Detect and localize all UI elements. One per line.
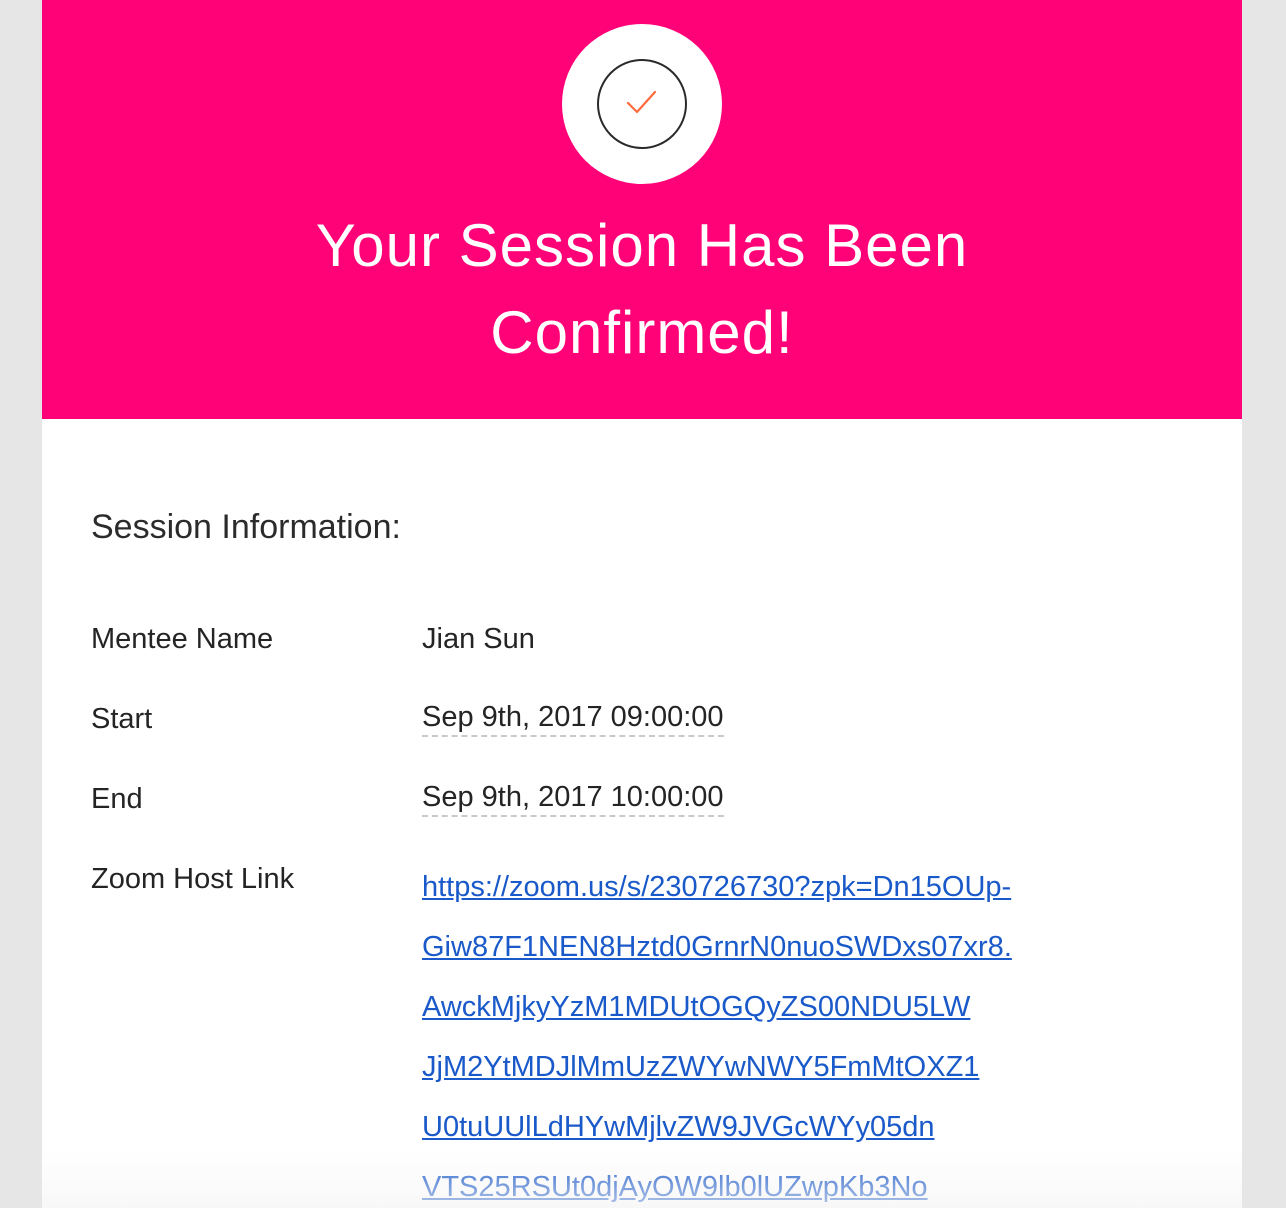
start-row: Start Sep 9th, 2017 09:00:00: [91, 699, 1191, 739]
mentee-name-value: Jian Sun: [422, 623, 535, 655]
zoom-link-line[interactable]: VTS25RSUt0djAyOW9lb0lUZwpKb3No: [422, 1157, 1142, 1208]
zoom-link-line[interactable]: https://zoom.us/s/230726730?zpk=Dn15OUp-: [422, 857, 1142, 917]
confirmation-title-line1: Your Session Has Been: [315, 212, 969, 279]
zoom-host-link-label: Zoom Host Link: [91, 863, 295, 895]
zoom-link-line[interactable]: AwckMjkyYzM1MDUtOGQyZS00NDU5LW: [422, 977, 1142, 1037]
end-value[interactable]: Sep 9th, 2017 10:00:00: [422, 779, 724, 817]
confirmation-card: Your Session Has Been Confirmed! Session…: [42, 0, 1242, 1208]
confirmation-header: Your Session Has Been Confirmed!: [42, 0, 1242, 419]
checkmark-icon: [626, 90, 657, 114]
session-info-heading: Session Information:: [91, 508, 401, 546]
confirmation-title-line2: Confirmed!: [490, 299, 794, 366]
end-row: End Sep 9th, 2017 10:00:00: [91, 779, 1191, 819]
zoom-host-link[interactable]: https://zoom.us/s/230726730?zpk=Dn15OUp-…: [422, 857, 1142, 1208]
start-label: Start: [91, 703, 153, 735]
zoom-link-line[interactable]: U0tuUUlLdHYwMjlvZW9JVGcWYy05dn: [422, 1097, 1142, 1157]
zoom-link-line[interactable]: Giw87F1NEN8Hztd0GrnrN0nuoSWDxs07xr8.: [422, 917, 1142, 977]
end-label: End: [91, 783, 143, 815]
checkmark-ring: [597, 59, 687, 149]
mentee-name-row: Mentee Name Jian Sun: [91, 619, 1191, 659]
confirmation-badge: [562, 24, 722, 184]
start-value[interactable]: Sep 9th, 2017 09:00:00: [422, 699, 724, 737]
mentee-name-label: Mentee Name: [91, 623, 274, 655]
zoom-link-line[interactable]: JjM2YtMDJlMmUzZWYwNWY5FmMtOXZ1: [422, 1037, 1142, 1097]
confirmation-title: Your Session Has Been Confirmed!: [42, 202, 1242, 376]
